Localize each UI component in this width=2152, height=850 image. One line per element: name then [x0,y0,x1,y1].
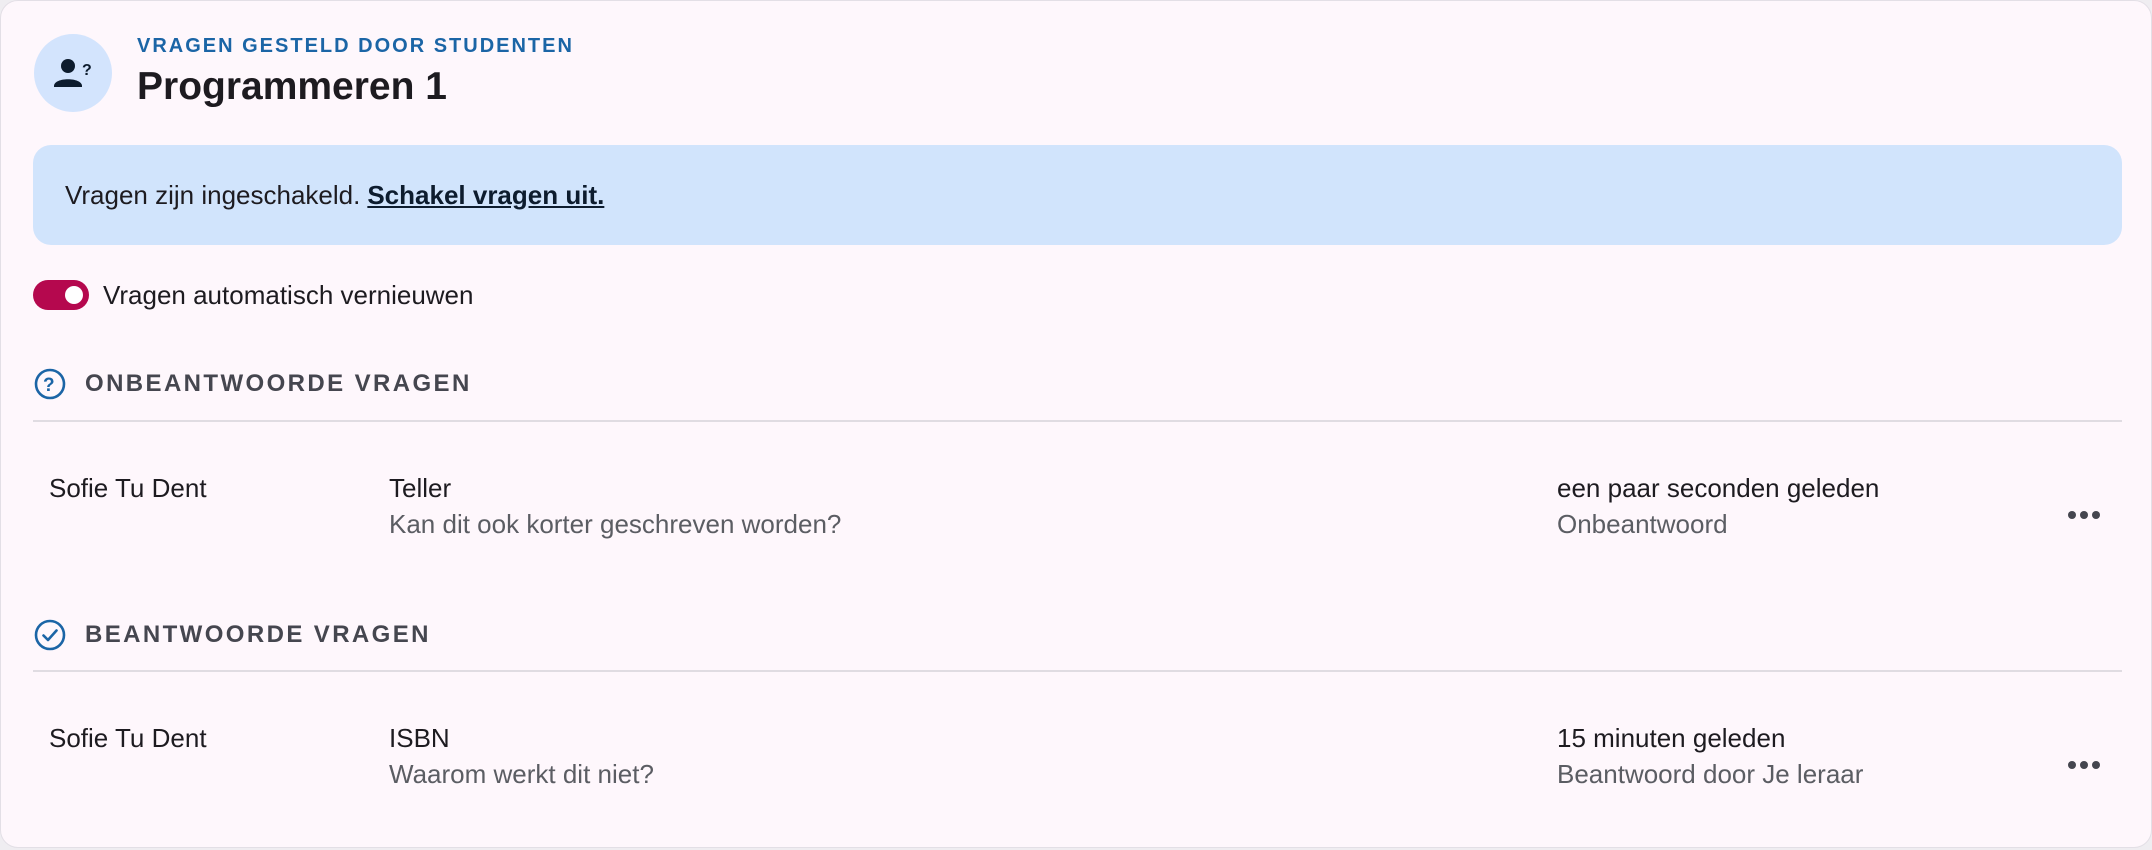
more-options-button[interactable] [2058,739,2110,791]
question-title: ISBN [389,723,450,753]
student-name: Sofie Tu Dent [49,473,207,503]
unanswered-section-label: ONBEANTWOORDE VRAGEN [85,370,472,397]
question-body: Kan dit ook korter geschreven worden? [389,509,842,539]
question-title: Teller [389,473,452,503]
question-time: 15 minuten geleden [1557,723,1786,753]
auto-refresh-toggle-row: Vragen automatisch vernieuwen [33,277,473,313]
disable-questions-link[interactable]: Schakel vragen uit. [367,180,604,211]
question-status: Beantwoord door Je leraar [1557,759,1864,789]
avatar: ? [34,34,112,112]
page-overline: VRAGEN GESTELD DOOR STUDENTEN [137,35,574,57]
answered-section-header: BEANTWOORDE VRAGEN [33,618,431,652]
question-body: Waarom werkt dit niet? [389,759,654,789]
help-circle-icon: ? [34,368,66,400]
person-question-icon: ? [54,59,92,87]
questions-card: ? VRAGEN GESTELD DOOR STUDENTEN Programm… [0,0,2152,848]
check-circle-icon [34,619,66,651]
divider [33,670,2122,672]
alert-text: Vragen zijn ingeschakeld. [65,179,361,210]
question-time: een paar seconden geleden [1557,473,1880,503]
svg-text:?: ? [43,375,57,396]
list-item[interactable]: Sofie Tu Dent Teller Kan dit ook korter … [33,459,2122,571]
student-name: Sofie Tu Dent [49,723,207,753]
divider [33,420,2122,422]
auto-refresh-switch[interactable] [33,280,89,310]
more-horizontal-icon [2068,511,2100,519]
list-item[interactable]: Sofie Tu Dent ISBN Waarom werkt dit niet… [33,709,2122,821]
page-title: Programmeren 1 [137,65,447,108]
auto-refresh-label: Vragen automatisch vernieuwen [103,279,474,310]
more-options-button[interactable] [2058,489,2110,541]
svg-text:?: ? [82,62,92,79]
answered-section-label: BEANTWOORDE VRAGEN [85,621,431,648]
unanswered-section-header: ? ONBEANTWOORDE VRAGEN [33,367,472,401]
question-status: Onbeantwoord [1557,509,1728,539]
questions-enabled-alert: Vragen zijn ingeschakeld. Schakel vragen… [33,145,2122,245]
more-horizontal-icon [2068,761,2100,769]
switch-thumb [65,286,83,304]
